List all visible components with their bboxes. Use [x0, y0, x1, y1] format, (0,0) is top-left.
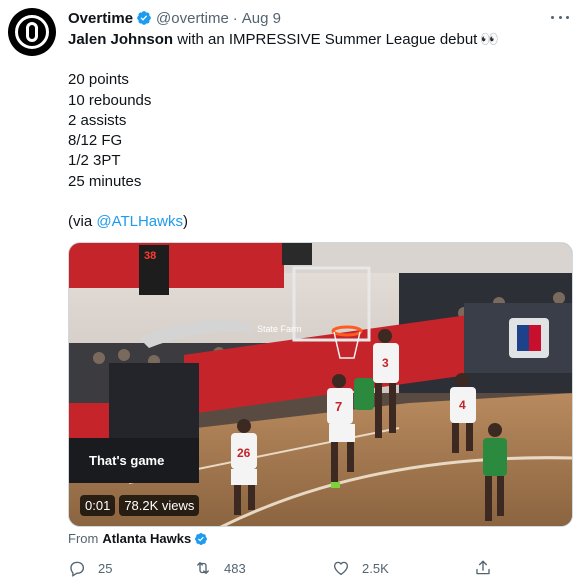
reply-button[interactable]: 25: [68, 559, 112, 577]
tweet-card[interactable]: Overtime @overtime · Aug 9 Jalen Johnson…: [0, 0, 577, 583]
video-views: 78.2K views: [119, 494, 200, 516]
source-name-link[interactable]: Atlanta Hawks: [102, 531, 191, 546]
retweet-count: 483: [224, 560, 246, 576]
heart-icon: [333, 561, 349, 576]
video-frame: That's game 38 State Farm 26 7 3 4: [69, 243, 572, 526]
separator-dot: ·: [232, 9, 238, 27]
via-line: (via @ATLHawks): [68, 213, 188, 231]
overtime-logo-icon: [15, 15, 49, 49]
svg-text:3: 3: [382, 356, 389, 370]
like-button[interactable]: 2.5K: [332, 559, 389, 577]
svg-text:26: 26: [237, 446, 251, 460]
tweet-headline: Jalen Johnson with an IMPRESSIVE Summer …: [68, 30, 568, 50]
verified-badge-icon: [136, 10, 152, 26]
stat-line: 25 minutes: [68, 172, 142, 190]
source-prefix: From: [68, 531, 99, 546]
svg-text:7: 7: [335, 399, 342, 414]
avatar[interactable]: [8, 8, 56, 56]
court-text: That's game: [89, 453, 164, 468]
video-timestamp: 0:01: [80, 494, 116, 516]
video-player[interactable]: That's game 38 State Farm 26 7 3 4: [68, 242, 573, 527]
mention-link[interactable]: @ATLHawks: [96, 213, 183, 230]
source-attribution: From Atlanta Hawks: [68, 531, 208, 546]
retweet-icon: [197, 562, 209, 574]
headline-rest: with an IMPRESSIVE Summer League debut: [173, 31, 478, 48]
svg-text:4: 4: [459, 398, 466, 412]
stat-line: 10 rebounds: [68, 91, 152, 109]
eyes-emoji-icon: 👀: [480, 31, 501, 48]
handle[interactable]: @overtime: [156, 10, 229, 27]
scoreboard-text: 38: [144, 250, 156, 262]
tweet-text: Jalen Johnson with an IMPRESSIVE Summer …: [68, 30, 568, 232]
stat-line: 2 assists: [68, 111, 127, 129]
stat-line: 1/2 3PT: [68, 152, 121, 170]
like-count: 2.5K: [362, 560, 389, 576]
display-name[interactable]: Overtime: [68, 10, 133, 27]
tweet-date[interactable]: Aug 9: [242, 10, 281, 27]
action-bar: 25 483 2.5K: [66, 559, 496, 581]
share-button[interactable]: [474, 559, 492, 577]
headline-name: Jalen Johnson: [68, 31, 174, 48]
stat-line: 20 points: [68, 71, 129, 89]
retweet-button[interactable]: 483: [194, 559, 246, 577]
banner-text: State Farm: [257, 324, 302, 334]
verified-badge-icon: [194, 532, 208, 546]
stat-line: 8/12 FG: [68, 132, 123, 150]
reply-count: 25: [98, 560, 113, 576]
tweet-header: Overtime @overtime · Aug 9: [68, 8, 547, 28]
share-icon: [476, 560, 490, 575]
video-overlay: 0:01 78.2K views: [80, 494, 203, 516]
reply-icon: [70, 561, 85, 577]
more-icon[interactable]: [551, 10, 569, 24]
